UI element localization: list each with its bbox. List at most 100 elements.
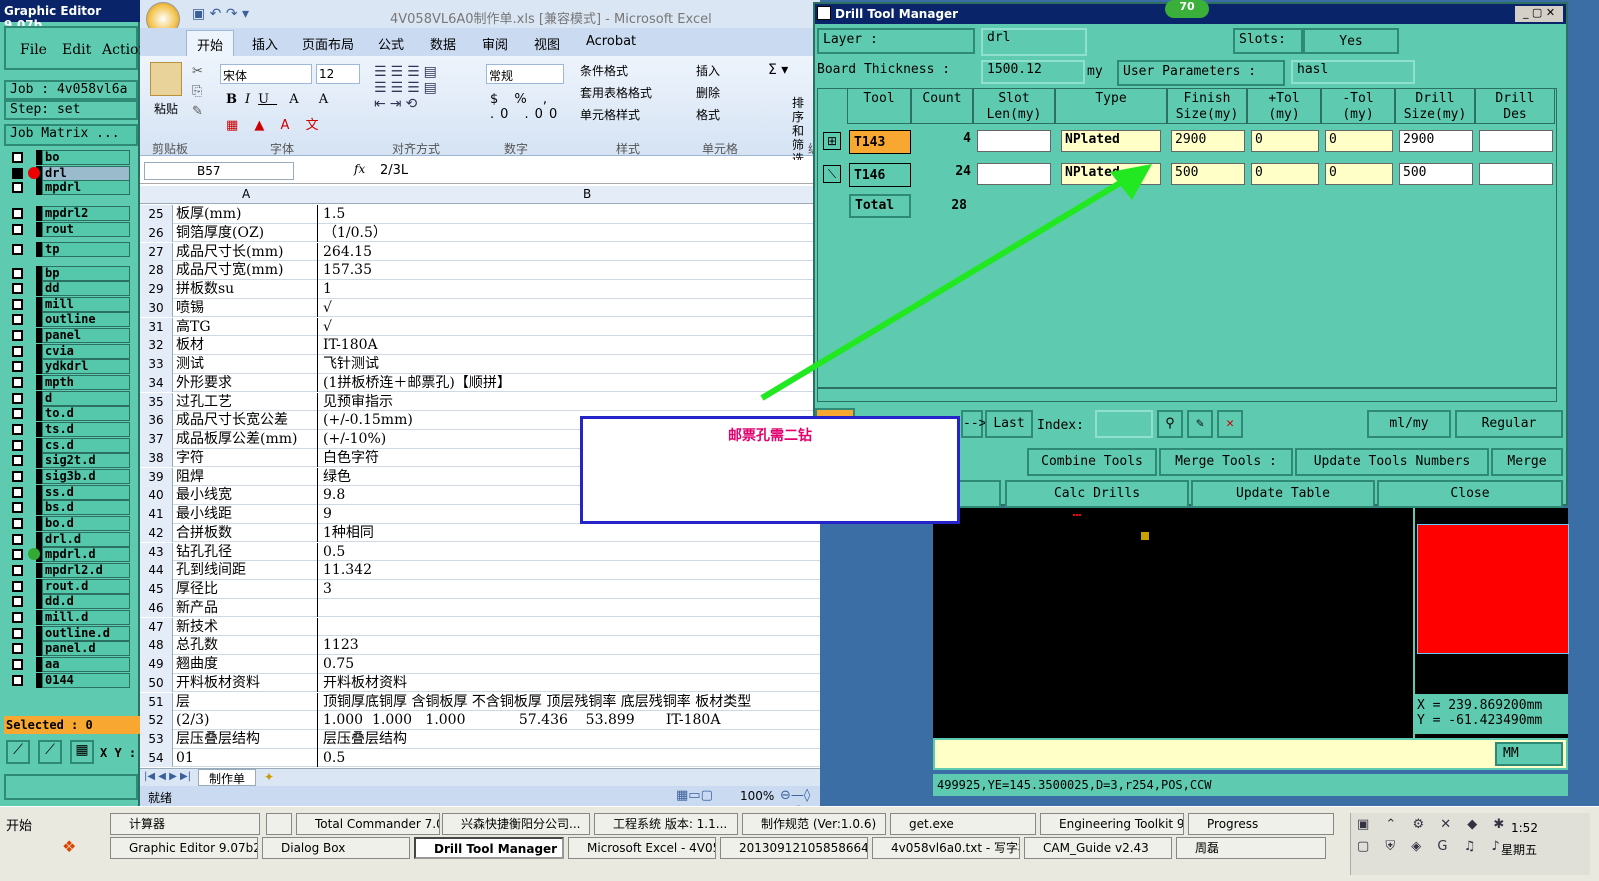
cell-a[interactable]: 成品板厚公差(mm) bbox=[175, 430, 318, 449]
menu-edit[interactable]: Edit bbox=[62, 42, 91, 58]
layer-name[interactable]: mpdrl2.d bbox=[42, 563, 130, 578]
layer-row[interactable]: bo.d bbox=[8, 516, 130, 531]
finish-size-field[interactable]: 500 bbox=[1171, 163, 1245, 185]
unit-select[interactable]: MM bbox=[1495, 742, 1563, 766]
layer-checkbox[interactable] bbox=[12, 377, 23, 388]
layer-name[interactable]: mpdrl bbox=[42, 180, 130, 195]
calc-drills-button[interactable]: Calc Drills bbox=[1005, 480, 1189, 508]
cell-a[interactable]: 01 bbox=[175, 748, 318, 768]
combine-tools-button[interactable]: Combine Tools bbox=[1027, 448, 1157, 476]
graphics-canvas[interactable] bbox=[933, 508, 1413, 738]
layer-name[interactable]: drl.d bbox=[42, 532, 130, 547]
new-sheet-icon[interactable]: ✦ bbox=[264, 770, 274, 784]
row-number[interactable]: 27 bbox=[140, 242, 173, 262]
layer-row[interactable]: mpdrl bbox=[8, 180, 130, 195]
drill-des-field[interactable] bbox=[1479, 163, 1553, 185]
cell-b[interactable]: 0.5 bbox=[321, 749, 820, 768]
layer-name[interactable]: rout bbox=[42, 222, 130, 237]
layer-row[interactable]: cvia bbox=[8, 344, 130, 359]
layer-checkbox[interactable] bbox=[12, 612, 23, 623]
taskbar-button[interactable]: get.exe bbox=[890, 813, 1036, 835]
row-number[interactable]: 50 bbox=[140, 673, 173, 693]
layer-name[interactable]: ydkdrl bbox=[42, 359, 130, 374]
layer-checkbox[interactable] bbox=[12, 581, 23, 592]
window-controls-icon[interactable]: _ ▢ ✕ bbox=[1515, 6, 1563, 22]
row-number[interactable]: 41 bbox=[140, 505, 173, 524]
row-number[interactable]: 47 bbox=[140, 617, 173, 637]
sheet-nav-icons[interactable]: |◀ ◀ ▶ ▶| bbox=[144, 771, 191, 782]
layer-checkbox[interactable] bbox=[12, 440, 23, 451]
row-number[interactable]: 39 bbox=[140, 467, 173, 487]
row-number[interactable]: 35 bbox=[140, 392, 173, 412]
mode-select[interactable]: Regular bbox=[1455, 410, 1563, 438]
update-tools-numbers-button[interactable]: Update Tools Numbers bbox=[1295, 448, 1489, 476]
layer-row[interactable]: panel.d bbox=[8, 641, 130, 656]
delete-icon[interactable]: ✕ bbox=[1217, 410, 1243, 438]
row-number[interactable]: 37 bbox=[140, 430, 173, 449]
taskbar-button[interactable] bbox=[266, 813, 292, 835]
zoom-level[interactable]: 100% bbox=[740, 789, 774, 803]
row-number[interactable]: 26 bbox=[140, 223, 173, 243]
search-icon[interactable]: ⚲ bbox=[1157, 410, 1183, 438]
layer-row[interactable]: mill bbox=[8, 297, 130, 312]
layer-checkbox[interactable] bbox=[12, 502, 23, 513]
cell-b[interactable] bbox=[321, 599, 820, 618]
thickness-field[interactable]: 1500.12 bbox=[981, 60, 1085, 84]
row-number[interactable]: 31 bbox=[140, 317, 173, 337]
layer-checkbox[interactable] bbox=[12, 346, 23, 357]
minus-tol-field[interactable]: 0 bbox=[1325, 163, 1393, 185]
row-number[interactable]: 51 bbox=[140, 692, 173, 712]
layer-row[interactable]: aa bbox=[8, 657, 130, 672]
slot-length-field[interactable] bbox=[977, 130, 1051, 152]
finish-size-field[interactable]: 2900 bbox=[1171, 130, 1245, 152]
cell-b[interactable]: 1123 bbox=[321, 636, 820, 655]
layer-checkbox[interactable] bbox=[12, 534, 23, 545]
layer-checkbox[interactable] bbox=[12, 518, 23, 529]
layer-checkbox[interactable] bbox=[12, 244, 23, 255]
layer-name[interactable]: panel bbox=[42, 328, 130, 343]
row-number[interactable]: 53 bbox=[140, 730, 173, 749]
cell-b[interactable]: 1种相同 bbox=[321, 524, 820, 543]
taskbar-button[interactable]: 4v058vl6a0.txt - 写字板 bbox=[872, 837, 1020, 859]
row-number[interactable]: 48 bbox=[140, 636, 173, 655]
layer-name[interactable]: rout.d bbox=[42, 579, 130, 594]
cell-a[interactable]: 阻焊 bbox=[175, 467, 318, 487]
cell-a[interactable]: 测试 bbox=[175, 355, 318, 374]
row-number[interactable]: 46 bbox=[140, 598, 173, 618]
cell-a[interactable]: 过孔工艺 bbox=[175, 392, 318, 412]
measure-icon[interactable]: ⟋ bbox=[38, 740, 62, 764]
update-table-button[interactable]: Update Table bbox=[1191, 480, 1375, 508]
cell-b[interactable]: 开料板材资料 bbox=[321, 674, 820, 693]
layer-name[interactable]: mpdrl.d bbox=[42, 547, 130, 562]
row-number[interactable]: 45 bbox=[140, 580, 173, 599]
cell-a[interactable]: 最小线距 bbox=[175, 505, 318, 524]
layer-row[interactable]: mpdrl2 bbox=[8, 206, 130, 221]
edit-icon[interactable]: ✎ bbox=[1187, 410, 1213, 438]
layer-row[interactable]: d bbox=[8, 391, 130, 406]
taskbar-button[interactable]: 20130912105858664.rt... bbox=[720, 837, 868, 859]
layer-checkbox[interactable] bbox=[12, 299, 23, 310]
cell-b[interactable]: 0.5 bbox=[321, 543, 820, 562]
taskbar-button[interactable]: 工程系统 版本: 1.1... bbox=[594, 813, 738, 835]
layer-name[interactable]: bp bbox=[42, 266, 130, 281]
layer-name[interactable]: sig2t.d bbox=[42, 453, 130, 468]
layer-name[interactable]: ss.d bbox=[42, 485, 130, 500]
layer-row[interactable]: tp bbox=[8, 242, 130, 257]
row-number[interactable]: 25 bbox=[140, 205, 173, 224]
drill-des-field[interactable] bbox=[1479, 130, 1553, 152]
taskbar-button[interactable]: Microsoft Excel - 4V058... bbox=[568, 837, 716, 859]
layer-row[interactable]: ts.d bbox=[8, 422, 130, 437]
taskbar-button[interactable]: Drill Tool Manager bbox=[414, 837, 564, 859]
layer-name[interactable]: outline bbox=[42, 312, 130, 327]
layer-row[interactable]: outline bbox=[8, 312, 130, 327]
merge-tools-button[interactable]: Merge Tools : bbox=[1159, 448, 1293, 476]
layer-name[interactable]: sig3b.d bbox=[42, 469, 130, 484]
layer-checkbox[interactable] bbox=[12, 424, 23, 435]
layer-checkbox[interactable] bbox=[12, 330, 23, 341]
layer-row[interactable]: mpth bbox=[8, 375, 130, 390]
row-number[interactable]: 32 bbox=[140, 336, 173, 355]
cell-b[interactable]: 1.000 1.000 1.000 57.436 53.899 IT-180A bbox=[321, 711, 820, 730]
layer-row[interactable]: mill.d bbox=[8, 610, 130, 625]
cell-a[interactable]: 层 bbox=[175, 692, 318, 712]
cell-a[interactable]: 总孔数 bbox=[175, 636, 318, 655]
